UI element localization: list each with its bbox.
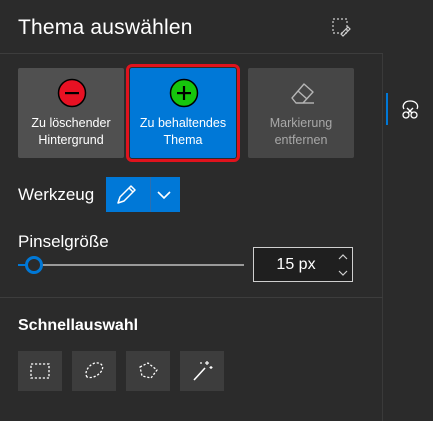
section-divider [0, 297, 383, 298]
remove-background-button[interactable]: Zu löschender Hintergrund [18, 68, 124, 158]
magic-wand-button[interactable] [180, 351, 224, 391]
lasso-select-button[interactable] [72, 351, 116, 391]
tool-dropdown-button[interactable] [106, 177, 180, 212]
remove-marking-label: Markierung entfernen [269, 116, 333, 147]
chevron-up-icon[interactable] [337, 251, 349, 263]
pen-icon [117, 185, 136, 204]
remove-marking-button[interactable]: Markierung entfernen [248, 68, 354, 158]
rectangle-select-icon [30, 363, 50, 379]
eraser-icon [291, 83, 314, 104]
page-title: Thema auswählen [18, 16, 193, 39]
cutout-scissors-icon[interactable] [398, 98, 422, 122]
plus-circle-icon [169, 78, 199, 108]
brush-size-slider[interactable] [18, 256, 244, 274]
polygon-lasso-icon [139, 362, 158, 379]
lasso-icon [85, 362, 104, 379]
slider-thumb[interactable] [24, 256, 43, 274]
crop-edit-icon[interactable] [331, 17, 351, 37]
brush-size-value[interactable]: 15 px [254, 256, 338, 274]
tool-label: Werkzeug [18, 185, 95, 204]
select-subject-panel: Thema auswählen Zu löschender Hintergrun… [0, 0, 383, 421]
remove-background-label: Zu löschender Hintergrund [31, 116, 111, 147]
rectangle-select-button[interactable] [18, 351, 62, 391]
polygon-lasso-button[interactable] [126, 351, 170, 391]
tool-button-separator [150, 177, 151, 212]
magic-wand-icon [193, 361, 213, 381]
brush-size-stepper[interactable]: 15 px [253, 247, 353, 282]
right-toolbar [384, 0, 433, 421]
quick-select-label: Schnellauswahl [18, 317, 139, 334]
chevron-down-icon[interactable] [337, 267, 349, 279]
chevron-down-icon [157, 191, 171, 200]
keep-subject-label: Zu behaltendes Thema [139, 116, 227, 147]
panel-header: Thema auswählen [0, 0, 383, 54]
minus-circle-icon [57, 78, 87, 108]
brush-size-label: Pinselgröße [18, 232, 109, 251]
tool-row: Werkzeug [18, 177, 218, 213]
active-tab-indicator [386, 93, 388, 125]
keep-subject-button[interactable]: Zu behaltendes Thema [126, 64, 240, 162]
slider-track [18, 264, 244, 266]
